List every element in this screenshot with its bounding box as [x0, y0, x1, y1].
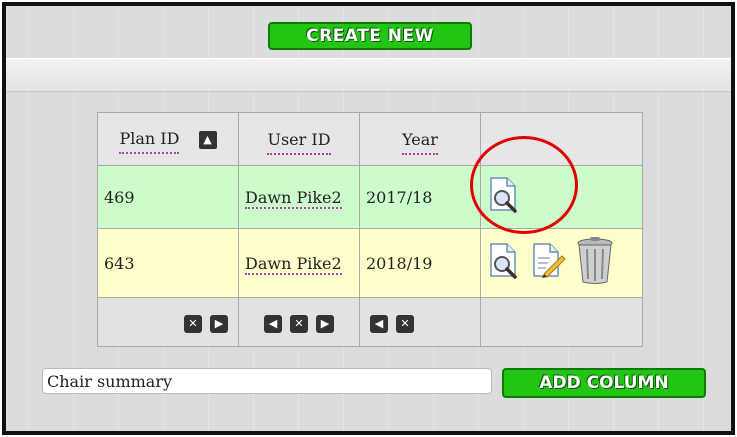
clear-icon[interactable]: ✕: [184, 314, 202, 333]
user-link[interactable]: Dawn Pike2: [245, 187, 342, 209]
highlight-circle: [470, 136, 578, 234]
view-icon[interactable]: [487, 242, 521, 284]
cell-year: 2018/19: [359, 228, 481, 298]
filter-actions: [480, 297, 643, 347]
page-frame: CREATE NEW Plan ID ▲ User ID Year 469 Da…: [2, 2, 735, 435]
filter-year: ◀ ✕: [359, 297, 481, 347]
header-plan-id[interactable]: Plan ID ▲: [97, 112, 239, 166]
cell-plan-id: 469: [97, 165, 239, 229]
cell-plan-id: 643: [97, 228, 239, 298]
clear-icon[interactable]: ✕: [290, 314, 308, 333]
next-icon[interactable]: ▶: [316, 314, 334, 333]
cell-user-id[interactable]: Dawn Pike2: [238, 228, 360, 298]
prev-icon[interactable]: ◀: [370, 314, 388, 333]
header-plan-id-label[interactable]: Plan ID: [119, 129, 180, 155]
user-link[interactable]: Dawn Pike2: [245, 253, 342, 275]
cell-actions: [480, 228, 643, 298]
table-filter-row: ✕ ▶ ◀ ✕ ▶ ◀ ✕: [97, 297, 643, 347]
edit-icon[interactable]: [530, 242, 566, 284]
next-icon[interactable]: ▶: [210, 314, 228, 333]
plans-table: Plan ID ▲ User ID Year 469 Dawn Pike2 20…: [97, 112, 643, 347]
cell-year: 2017/18: [359, 165, 481, 229]
header-user-id-label[interactable]: User ID: [267, 129, 331, 155]
header-user-id[interactable]: User ID: [238, 112, 360, 166]
prev-icon[interactable]: ◀: [264, 314, 282, 333]
header-year[interactable]: Year: [359, 112, 481, 166]
add-column-button[interactable]: ADD COLUMN: [502, 368, 706, 398]
filter-plan-id: ✕ ▶: [97, 297, 239, 347]
filter-user-id: ◀ ✕ ▶: [238, 297, 360, 347]
cell-user-id[interactable]: Dawn Pike2: [238, 165, 360, 229]
clear-icon[interactable]: ✕: [396, 314, 414, 333]
summary-input[interactable]: [42, 368, 492, 394]
table-row: 643 Dawn Pike2 2018/19: [97, 228, 643, 298]
header-year-label[interactable]: Year: [402, 129, 438, 155]
delete-icon[interactable]: [575, 236, 615, 290]
create-new-button[interactable]: CREATE NEW: [268, 22, 472, 50]
header-band: [6, 58, 731, 92]
sort-up-icon[interactable]: ▲: [198, 130, 217, 149]
